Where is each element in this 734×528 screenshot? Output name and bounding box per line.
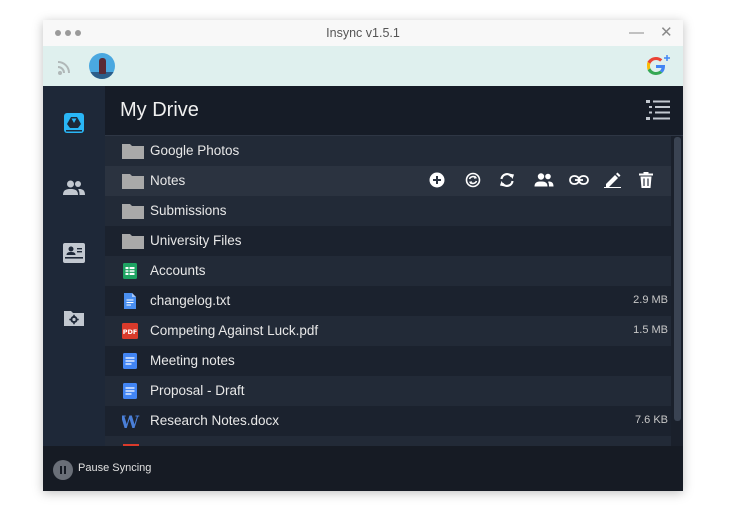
app-window: Insync v1.5.1 — ✕ My Drive Google Photos… xyxy=(43,20,683,491)
close-button[interactable]: ✕ xyxy=(660,23,673,43)
text-file-icon xyxy=(124,293,136,309)
folder-icon xyxy=(122,174,144,189)
delete-icon[interactable] xyxy=(639,172,653,188)
file-name: Google Photos xyxy=(150,143,240,158)
sync-options-icon[interactable] xyxy=(464,172,482,188)
file-row[interactable]: W Research Notes.docx 7.6 KB xyxy=(105,406,671,436)
file-name: changelog.txt xyxy=(150,293,231,308)
file-row[interactable]: Google Photos xyxy=(105,136,671,166)
folder-settings-icon[interactable] xyxy=(62,306,86,330)
file-name: Competing Against Luck.pdf xyxy=(150,323,319,338)
file-row-partial xyxy=(105,436,671,446)
word-document-icon: W xyxy=(122,413,140,429)
user-avatar[interactable] xyxy=(89,53,115,79)
main-header: My Drive xyxy=(105,86,683,136)
file-name: Accounts xyxy=(150,263,206,278)
account-toolbar xyxy=(43,46,683,86)
my-drive-icon[interactable] xyxy=(62,111,86,135)
file-row[interactable]: Accounts xyxy=(105,256,671,286)
share-icon[interactable] xyxy=(534,172,554,188)
document-icon xyxy=(123,353,137,369)
refresh-icon[interactable] xyxy=(499,172,515,188)
window-title: Insync v1.5.1 xyxy=(326,26,400,40)
list-view-icon[interactable] xyxy=(645,99,671,121)
status-footer: Pause Syncing xyxy=(43,446,683,491)
file-name: Submissions xyxy=(150,203,227,218)
svg-text:W: W xyxy=(122,413,140,429)
link-icon[interactable] xyxy=(569,172,589,188)
document-icon xyxy=(123,383,137,399)
pause-icon[interactable] xyxy=(53,460,73,480)
file-row[interactable]: changelog.txt 2.9 MB xyxy=(105,286,671,316)
spreadsheet-icon xyxy=(123,263,137,279)
file-size: 2.9 MB xyxy=(633,294,668,306)
folder-icon xyxy=(122,204,144,219)
file-row[interactable]: Proposal - Draft xyxy=(105,376,671,406)
pdf-icon: PDF xyxy=(122,323,138,339)
scrollbar-thumb[interactable] xyxy=(674,137,681,421)
svg-text:PDF: PDF xyxy=(123,328,138,336)
file-row[interactable]: Notes xyxy=(105,166,671,196)
folder-icon xyxy=(122,144,144,159)
sidebar xyxy=(43,86,105,446)
computers-icon[interactable] xyxy=(62,241,86,265)
file-row[interactable]: University Files xyxy=(105,226,671,256)
page-title: My Drive xyxy=(120,99,199,121)
file-name: Research Notes.docx xyxy=(150,413,280,428)
signal-icon[interactable] xyxy=(57,58,73,76)
file-size: 7.6 KB xyxy=(634,414,668,426)
file-row[interactable]: Meeting notes xyxy=(105,346,671,376)
folder-icon xyxy=(122,234,144,249)
title-bar: Insync v1.5.1 — ✕ xyxy=(43,20,683,46)
file-name: Proposal - Draft xyxy=(150,383,245,398)
pause-syncing-label[interactable]: Pause Syncing xyxy=(78,462,151,474)
file-row[interactable]: Submissions xyxy=(105,196,671,226)
minimize-button[interactable]: — xyxy=(629,23,644,43)
file-list: Google Photos Notes Submissions Universi… xyxy=(105,136,671,446)
file-size: 1.5 MB xyxy=(633,324,668,336)
file-name: Notes xyxy=(150,173,186,188)
shared-with-me-icon[interactable] xyxy=(62,176,86,200)
add-icon[interactable] xyxy=(429,172,445,188)
rename-icon[interactable] xyxy=(604,172,622,188)
file-name: Meeting notes xyxy=(150,353,235,368)
row-actions xyxy=(429,172,671,190)
file-row[interactable]: PDF Competing Against Luck.pdf 1.5 MB xyxy=(105,316,671,346)
google-account-icon[interactable] xyxy=(646,54,672,78)
file-name: University Files xyxy=(150,233,242,248)
